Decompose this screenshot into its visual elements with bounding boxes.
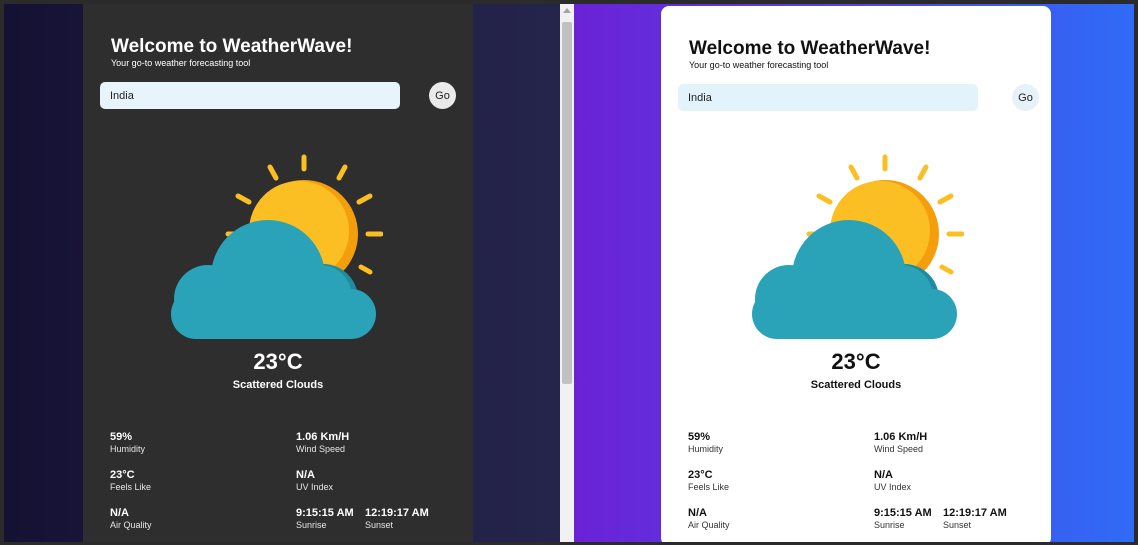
wind-speed-value: 1.06 Km/H: [296, 431, 350, 443]
humidity-label: Humidity: [110, 444, 146, 454]
feels-like-label: Feels Like: [688, 482, 730, 492]
humidity-label: Humidity: [688, 444, 724, 454]
sun-behind-cloud-icon: [171, 154, 383, 339]
feels-like-value: 23°C: [110, 469, 135, 481]
sunrise-value: 9:15:15 AM: [874, 507, 932, 519]
page-subtitle: Your go-to weather forecasting tool: [111, 58, 251, 68]
weather-description: Scattered Clouds: [232, 379, 324, 391]
weather-card-dark: Welcome to WeatherWave! Your go-to weath…: [83, 4, 473, 542]
sunrise-stat: 9:15:15 AM Sunrise: [874, 507, 932, 531]
humidity-stat: 59% Humidity: [110, 431, 145, 455]
screenshot-frame: Welcome to WeatherWave! Your go-to weath…: [4, 4, 1134, 542]
vertical-scrollbar[interactable]: [560, 4, 574, 542]
sun-behind-cloud-icon: [752, 154, 964, 339]
sunset-label: Sunset: [943, 520, 972, 530]
search-row: Go: [100, 82, 456, 110]
page-title: Welcome to WeatherWave!: [111, 36, 353, 57]
scrollbar-thumb[interactable]: [562, 22, 572, 384]
air-quality-label: Air Quality: [688, 520, 730, 530]
air-quality-label: Air Quality: [110, 520, 152, 530]
sunset-stat: 12:19:17 AM Sunset: [943, 507, 1007, 531]
sunrise-value: 9:15:15 AM: [296, 507, 354, 519]
uv-index-label: UV Index: [874, 482, 912, 492]
sunset-stat: 12:19:17 AM Sunset: [365, 507, 429, 531]
uv-index-value: N/A: [296, 469, 315, 481]
wind-speed-label: Wind Speed: [296, 444, 346, 454]
feels-like-label: Feels Like: [110, 482, 152, 492]
uv-index-value: N/A: [874, 469, 893, 481]
sunset-value: 12:19:17 AM: [365, 507, 429, 519]
sunset-label: Sunset: [365, 520, 394, 530]
humidity-value: 59%: [110, 431, 133, 443]
temperature-value: 23°C: [253, 349, 303, 374]
uv-index-stat: N/A UV Index: [296, 469, 333, 493]
search-row: Go: [678, 84, 1039, 112]
page-title: Welcome to WeatherWave!: [689, 38, 931, 59]
page-subtitle: Your go-to weather forecasting tool: [689, 60, 829, 70]
scroll-up-arrow-icon[interactable]: [563, 8, 571, 13]
weather-description: Scattered Clouds: [810, 379, 902, 391]
air-quality-value: N/A: [688, 507, 707, 519]
feels-like-value: 23°C: [688, 469, 713, 481]
sunset-value: 12:19:17 AM: [943, 507, 1007, 519]
uv-index-label: UV Index: [296, 482, 334, 492]
temperature-value: 23°C: [831, 349, 881, 374]
feels-like-stat: 23°C Feels Like: [110, 469, 151, 493]
wind-speed-label: Wind Speed: [874, 444, 924, 454]
sunrise-stat: 9:15:15 AM Sunrise: [296, 507, 354, 531]
air-quality-stat: N/A Air Quality: [688, 507, 730, 531]
weather-card-light: Welcome to WeatherWave! Your go-to weath…: [661, 6, 1051, 542]
feels-like-stat: 23°C Feels Like: [688, 469, 729, 493]
location-search-input[interactable]: [100, 82, 400, 109]
humidity-stat: 59% Humidity: [688, 431, 723, 455]
go-button[interactable]: Go: [429, 82, 456, 109]
humidity-value: 59%: [688, 431, 711, 443]
air-quality-stat: N/A Air Quality: [110, 507, 152, 531]
go-button[interactable]: Go: [1012, 84, 1039, 111]
location-search-input[interactable]: [678, 84, 978, 111]
air-quality-value: N/A: [110, 507, 129, 519]
dark-mode-viewport: Welcome to WeatherWave! Your go-to weath…: [4, 4, 560, 542]
wind-speed-stat: 1.06 Km/H Wind Speed: [296, 431, 349, 455]
uv-index-stat: N/A UV Index: [874, 469, 911, 493]
sunrise-label: Sunrise: [296, 520, 327, 530]
wind-speed-value: 1.06 Km/H: [874, 431, 928, 443]
wind-speed-stat: 1.06 Km/H Wind Speed: [874, 431, 927, 455]
sunrise-label: Sunrise: [874, 520, 905, 530]
